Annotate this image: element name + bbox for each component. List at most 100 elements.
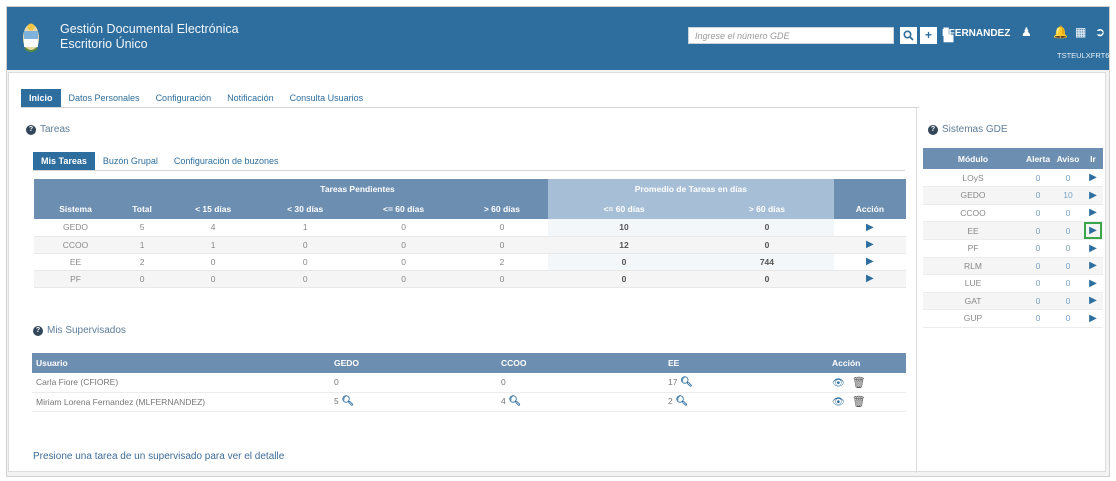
- cell-prom-le60: 12: [547, 236, 701, 254]
- table-row: LOyS 0 0 ▶: [923, 169, 1103, 187]
- sistemas-title: Sistemas GDE: [942, 124, 1008, 135]
- tab-consulta-usuarios[interactable]: Consulta Usuarios: [282, 89, 372, 107]
- username-label[interactable]: EFERNANDEZ: [942, 28, 1010, 39]
- play-icon[interactable]: ▶: [866, 239, 874, 250]
- table-row: LUE 0 0 ▶: [923, 274, 1103, 293]
- search-icon[interactable]: [900, 27, 917, 44]
- plus-icon[interactable]: +: [920, 27, 937, 44]
- col-total: Total: [117, 199, 168, 219]
- col-accion: Acción: [833, 199, 906, 219]
- bell-icon[interactable]: 🔔: [1053, 25, 1068, 39]
- cell-aviso: 10: [1053, 186, 1083, 205]
- cell-alerta: 0: [1023, 257, 1053, 275]
- table-header: [833, 179, 906, 199]
- play-icon[interactable]: ▶: [1089, 243, 1097, 254]
- col-usuario: Usuario: [32, 353, 330, 373]
- cell-gt60: 0: [455, 270, 548, 288]
- play-icon[interactable]: ▶: [866, 273, 874, 284]
- cell-aviso: 0: [1053, 204, 1083, 222]
- cell-prom-gt60: 744: [700, 253, 834, 271]
- table-row: GUP 0 0 ▶: [923, 309, 1103, 328]
- col-prom-le60: <= 60 días: [547, 199, 701, 219]
- cell-alerta: 0: [1023, 292, 1053, 310]
- cell-aviso: 0: [1053, 274, 1083, 293]
- cell-modulo: CCOO: [923, 204, 1023, 222]
- user-icon[interactable]: ♟: [1021, 25, 1032, 39]
- col-gt60: > 60 días: [455, 199, 548, 219]
- cell-lt30: 1: [259, 219, 352, 237]
- play-icon[interactable]: ▶: [1089, 278, 1097, 289]
- play-icon[interactable]: ▶: [866, 256, 874, 267]
- tab-inicio[interactable]: Inicio: [21, 89, 61, 107]
- cell-alerta: 0: [1023, 186, 1053, 205]
- play-icon[interactable]: ▶: [1089, 260, 1097, 271]
- grid-icon[interactable]: ▦: [1075, 25, 1086, 39]
- tab-notificacion[interactable]: Notificación: [219, 89, 282, 107]
- table-row: RLM 0 0 ▶: [923, 257, 1103, 275]
- table-row: Carla Fiore (CFIORE) 0 0 17 🔍︎ 👁 🗑: [32, 373, 906, 393]
- cell-accion: ▶: [833, 236, 906, 254]
- cell-usuario: Carla Fiore (CFIORE): [32, 373, 330, 393]
- table-row: Miriam Lorena Fernandez (MLFERNANDEZ) 5 …: [32, 392, 906, 412]
- cell-accion: ▶: [833, 270, 906, 288]
- tareas-section-title: ? Tareas: [26, 124, 70, 135]
- cell-le60: 0: [351, 236, 456, 254]
- search-icon[interactable]: 🔍︎: [673, 396, 689, 407]
- search-icon[interactable]: 🔍︎: [506, 396, 522, 407]
- eye-icon[interactable]: 👁: [832, 378, 845, 389]
- cell-prom-le60: 10: [547, 219, 701, 237]
- cell-ir: ▶: [1083, 274, 1103, 293]
- cell-prom-gt60: 0: [700, 219, 834, 237]
- cell-ir: ▶: [1083, 204, 1103, 222]
- cell-sistema: EE: [34, 253, 118, 271]
- col-lt15: < 15 días: [167, 199, 260, 219]
- tab-buzon-grupal[interactable]: Buzón Grupal: [95, 152, 166, 170]
- logout-icon[interactable]: ➲: [1095, 25, 1105, 39]
- tab-configuracion[interactable]: Configuración: [148, 89, 220, 107]
- tab-datos-personales[interactable]: Datos Personales: [61, 89, 148, 107]
- cell-prom-le60: 0: [547, 253, 701, 271]
- cell-ir: ▶: [1083, 292, 1103, 310]
- trash-icon[interactable]: 🗑: [852, 396, 866, 408]
- sub-tabs-divider: [33, 170, 905, 171]
- search-icon[interactable]: 🔍︎: [339, 396, 355, 407]
- cell-ir: ▶: [1083, 169, 1103, 187]
- table-row: PF 0 0 ▶: [923, 239, 1103, 258]
- play-icon[interactable]: ▶: [1089, 313, 1097, 324]
- supervisados-title: Mis Supervisados: [47, 325, 126, 336]
- tab-mis-tareas[interactable]: Mis Tareas: [33, 152, 95, 170]
- play-icon[interactable]: ▶: [1089, 190, 1097, 201]
- cell-total: 2: [117, 253, 168, 271]
- app-title-line1: Gestión Documental Electrónica: [60, 22, 239, 36]
- tab-configuracion-buzones[interactable]: Configuración de buzones: [166, 152, 287, 170]
- eye-icon[interactable]: 👁: [832, 397, 845, 408]
- cell-gedo: 5 🔍︎: [330, 392, 497, 412]
- play-icon[interactable]: ▶: [1089, 295, 1097, 306]
- app-title: Gestión Documental Electrónica Escritori…: [60, 22, 239, 52]
- cell-total: 0: [117, 270, 168, 288]
- col-gedo: GEDO: [330, 353, 497, 373]
- gde-number-search-input[interactable]: Ingrese el número GDE: [688, 27, 894, 44]
- play-icon[interactable]: ▶: [866, 222, 874, 233]
- cell-accion: ▶: [833, 219, 906, 237]
- search-icon[interactable]: 🔍︎: [677, 377, 693, 388]
- table-row: GAT 0 0 ▶: [923, 292, 1103, 310]
- trash-icon[interactable]: 🗑: [852, 377, 866, 389]
- play-icon[interactable]: ▶: [1089, 172, 1097, 183]
- cell-gt60: 0: [455, 219, 548, 237]
- help-icon: ?: [928, 124, 938, 135]
- cell-modulo: PF: [923, 239, 1023, 258]
- cell-modulo: GUP: [923, 309, 1023, 328]
- cell-gt60: 2: [455, 253, 548, 271]
- table-header: [34, 179, 118, 199]
- play-icon[interactable]: ▶: [1089, 207, 1097, 218]
- table-row: PF 0 0 0 0 0 0 0 ▶: [34, 270, 906, 288]
- cell-modulo: LOyS: [923, 169, 1023, 187]
- play-icon-highlighted[interactable]: ▶: [1084, 222, 1102, 239]
- cell-modulo: RLM: [923, 257, 1023, 275]
- cell-aviso: 0: [1053, 292, 1083, 310]
- cell-accion: ▶: [833, 253, 906, 271]
- cell-modulo: GAT: [923, 292, 1023, 310]
- table-row: CCOO 1 1 0 0 0 12 0 ▶: [34, 236, 906, 254]
- pendientes-group-header: Tareas Pendientes: [167, 179, 548, 199]
